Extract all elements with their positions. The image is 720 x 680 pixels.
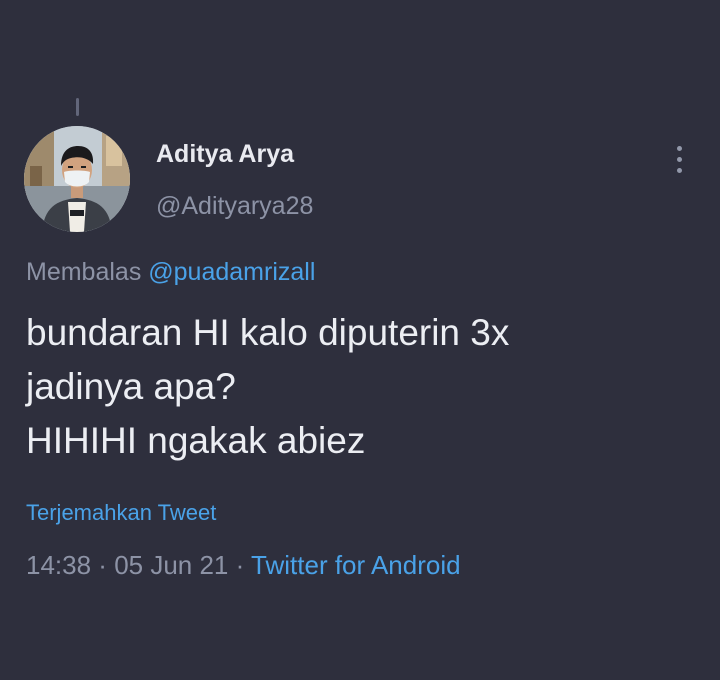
tweet-detail-view: Aditya Arya @Adityarya28 Membalas @puada… xyxy=(0,0,720,680)
tweet-time: 14:38 xyxy=(26,550,92,580)
tweet-metadata: 14:38 · 05 Jun 21 · Twitter for Android xyxy=(26,550,461,581)
tweet-date: 05 Jun 21 xyxy=(114,550,229,580)
more-vertical-icon-dot xyxy=(677,168,682,173)
more-options-button[interactable] xyxy=(668,140,692,180)
translate-tweet-link[interactable]: Terjemahkan Tweet xyxy=(26,500,216,526)
display-name[interactable]: Aditya Arya xyxy=(156,140,294,169)
more-vertical-icon-dot xyxy=(677,157,682,162)
replying-to: Membalas @puadamrizall xyxy=(26,258,315,287)
tweet-source-link[interactable]: Twitter for Android xyxy=(251,550,461,580)
tweet-text: bundaran HI kalo diputerin 3x jadinya ap… xyxy=(26,306,686,468)
avatar[interactable] xyxy=(24,126,130,232)
meta-separator: · xyxy=(91,550,115,580)
tweet-text-line: HIHIHI ngakak abiez xyxy=(26,420,366,461)
tweet-text-line: bundaran HI kalo diputerin 3x xyxy=(26,312,510,353)
user-handle[interactable]: @Adityarya28 xyxy=(156,192,313,221)
replying-to-label: Membalas xyxy=(26,258,149,286)
more-vertical-icon xyxy=(677,146,682,151)
profile-photo xyxy=(24,126,130,232)
meta-separator: · xyxy=(228,550,252,580)
reply-to-handle-link[interactable]: @puadamrizall xyxy=(148,258,315,286)
tweet-text-line: jadinya apa? xyxy=(26,366,236,407)
thread-connector-line xyxy=(76,98,79,116)
